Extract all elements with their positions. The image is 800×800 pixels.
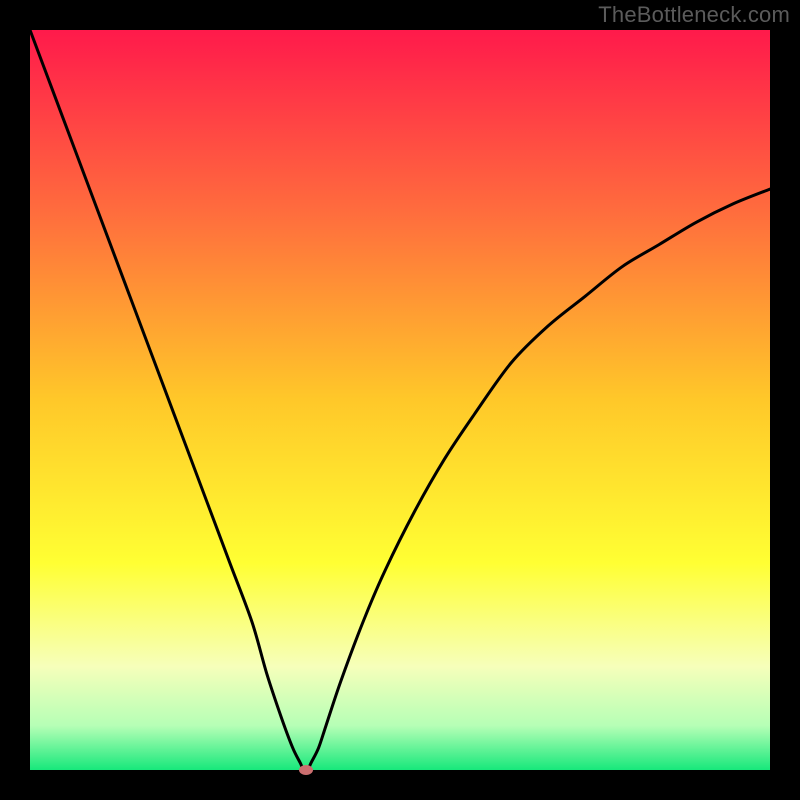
plot-area bbox=[30, 30, 770, 770]
watermark-text: TheBottleneck.com bbox=[598, 2, 790, 28]
chart-frame: TheBottleneck.com bbox=[0, 0, 800, 800]
bottleneck-curve bbox=[30, 30, 770, 770]
optimal-point-marker bbox=[299, 765, 313, 775]
